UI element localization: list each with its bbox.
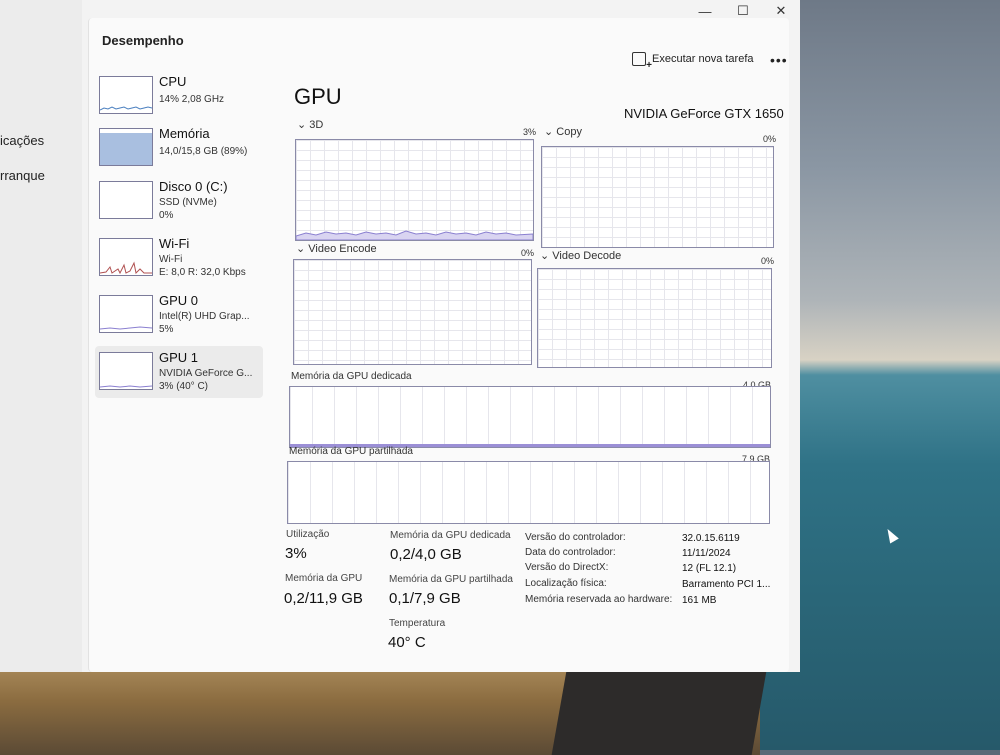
driver-date-value: 11/11/2024 — [682, 548, 731, 559]
sidebar-item-label: Wi-Fi — [159, 236, 190, 251]
disk-thumbnail — [99, 181, 153, 219]
sidebar-item-label: Disco 0 (C:) — [159, 179, 228, 194]
sidebar-item-label: GPU 0 — [159, 293, 199, 308]
sidebar-item-cpu[interactable]: CPU 14% 2,08 GHz — [95, 70, 263, 122]
reserved-memory-value: 161 MB — [682, 595, 717, 606]
sidebar-item-memory[interactable]: Memória 14,0/15,8 GB (89%) — [95, 122, 263, 174]
engine-3d-dropdown[interactable]: ⌄ 3D — [297, 118, 323, 131]
engine-percent: 3% — [523, 127, 537, 137]
reserved-memory-key: Memória reservada ao hardware: — [525, 594, 673, 605]
engine-encode-dropdown[interactable]: ⌄ Video Encode — [296, 242, 377, 255]
dedicated-memory-stat-label: Memória da GPU dedicada — [390, 530, 511, 541]
driver-version-value: 32.0.15.6119 — [682, 533, 740, 544]
nav-item-startup[interactable]: rranque — [0, 168, 45, 183]
sidebar-item-disk[interactable]: Disco 0 (C:) SSD (NVMe) 0% — [95, 175, 263, 227]
sidebar-item-gpu1[interactable]: GPU 1 NVIDIA GeForce G... 3% (40° C) — [95, 346, 263, 398]
nav-strip: icações rranque — [0, 0, 82, 672]
run-new-task-label: Executar nova tarefa — [652, 53, 754, 65]
sidebar-item-detail: 14% 2,08 GHz — [159, 94, 225, 105]
engine-decode-graph — [537, 268, 772, 368]
physical-location-key: Localização física: — [525, 578, 607, 589]
engine-label: Copy — [556, 126, 582, 138]
sidebar-item-detail: Intel(R) UHD Grap... — [159, 311, 250, 322]
minimize-button[interactable]: — — [686, 0, 724, 22]
memory-thumbnail — [99, 128, 153, 166]
more-options-button[interactable]: ••• — [770, 52, 788, 68]
gpu-model-name: NVIDIA GeForce GTX 1650 — [624, 106, 784, 121]
shared-memory-label: Memória da GPU partilhada — [289, 446, 413, 457]
sidebar-item-label: GPU 1 — [159, 350, 199, 365]
shared-memory-stat-label: Memória da GPU partilhada — [389, 574, 513, 585]
sidebar-item-gpu0[interactable]: GPU 0 Intel(R) UHD Grap... 5% — [95, 289, 263, 341]
gpu1-thumbnail — [99, 352, 153, 390]
new-task-icon — [632, 52, 652, 71]
engine-copy-dropdown[interactable]: ⌄ Copy — [544, 125, 582, 138]
sidebar-item-label: CPU — [159, 74, 187, 89]
maximize-button[interactable]: ☐ — [724, 0, 762, 22]
driver-version-key: Versão do controlador: — [525, 532, 626, 543]
engine-percent: 0% — [521, 248, 535, 258]
wifi-thumbnail — [99, 238, 153, 276]
dedicated-memory-label: Memória da GPU dedicada — [291, 371, 412, 382]
engine-encode-graph — [293, 259, 532, 365]
chevron-down-icon: ⌄ — [540, 250, 553, 262]
physical-location-value: Barramento PCI 1... — [682, 579, 771, 590]
engine-percent: 0% — [763, 134, 777, 144]
desktop-rock — [551, 660, 769, 755]
engine-percent: 0% — [761, 256, 775, 266]
engine-3d-graph — [295, 139, 534, 241]
window-controls: — ☐ ✕ — [686, 0, 800, 22]
dedicated-memory-graph — [289, 386, 771, 448]
close-button[interactable]: ✕ — [762, 0, 800, 22]
task-manager-window: icações rranque Desempenho — ☐ ✕ Executa… — [0, 0, 800, 672]
sidebar-item-detail: 14,0/15,8 GB (89%) — [159, 146, 248, 157]
cpu-thumbnail — [99, 76, 153, 114]
utilization-value: 3% — [285, 545, 307, 562]
chevron-down-icon: ⌄ — [544, 126, 557, 138]
engine-label: 3D — [309, 119, 324, 131]
memory-usage-fill — [100, 132, 152, 165]
chevron-down-icon: ⌄ — [297, 119, 310, 131]
sidebar-item-detail: E: 8,0 R: 32,0 Kbps — [159, 267, 246, 278]
engine-copy-graph — [541, 146, 774, 248]
sidebar-item-detail: SSD (NVMe) — [159, 197, 217, 208]
dedicated-memory-stat-value: 0,2/4,0 GB — [390, 546, 462, 563]
sidebar-item-label: Memória — [159, 126, 210, 141]
driver-date-key: Data do controlador: — [525, 547, 616, 558]
nav-item-apps[interactable]: icações — [0, 133, 44, 148]
engine-label: Video Encode — [308, 243, 377, 255]
directx-version-key: Versão do DirectX: — [525, 562, 609, 573]
gpu-heading: GPU — [294, 84, 342, 109]
sidebar-item-detail: 0% — [159, 210, 174, 221]
gpu-memory-stat-value: 0,2/11,9 GB — [284, 590, 363, 607]
directx-version-value: 12 (FL 12.1) — [682, 563, 737, 574]
shared-memory-stat-value: 0,1/7,9 GB — [389, 590, 461, 607]
page-title: Desempenho — [102, 33, 184, 48]
run-new-task-button[interactable]: Executar nova tarefa — [632, 52, 754, 71]
temperature-value: 40° C — [388, 634, 426, 651]
engine-decode-dropdown[interactable]: ⌄ Video Decode — [540, 249, 621, 262]
sidebar-item-wifi[interactable]: Wi-Fi Wi-Fi E: 8,0 R: 32,0 Kbps — [95, 232, 263, 284]
sidebar-item-detail: NVIDIA GeForce G... — [159, 368, 253, 379]
sidebar-item-detail: 5% — [159, 324, 174, 335]
gpu0-thumbnail — [99, 295, 153, 333]
utilization-label: Utilização — [286, 529, 330, 540]
gpu-memory-stat-label: Memória da GPU — [285, 573, 363, 584]
engine-label: Video Decode — [552, 250, 622, 262]
temperature-label: Temperatura — [389, 618, 446, 629]
sidebar-item-detail: 3% (40° C) — [159, 381, 209, 392]
chevron-down-icon: ⌄ — [296, 243, 309, 255]
shared-memory-graph — [287, 461, 770, 524]
sidebar-item-detail: Wi-Fi — [159, 254, 183, 265]
